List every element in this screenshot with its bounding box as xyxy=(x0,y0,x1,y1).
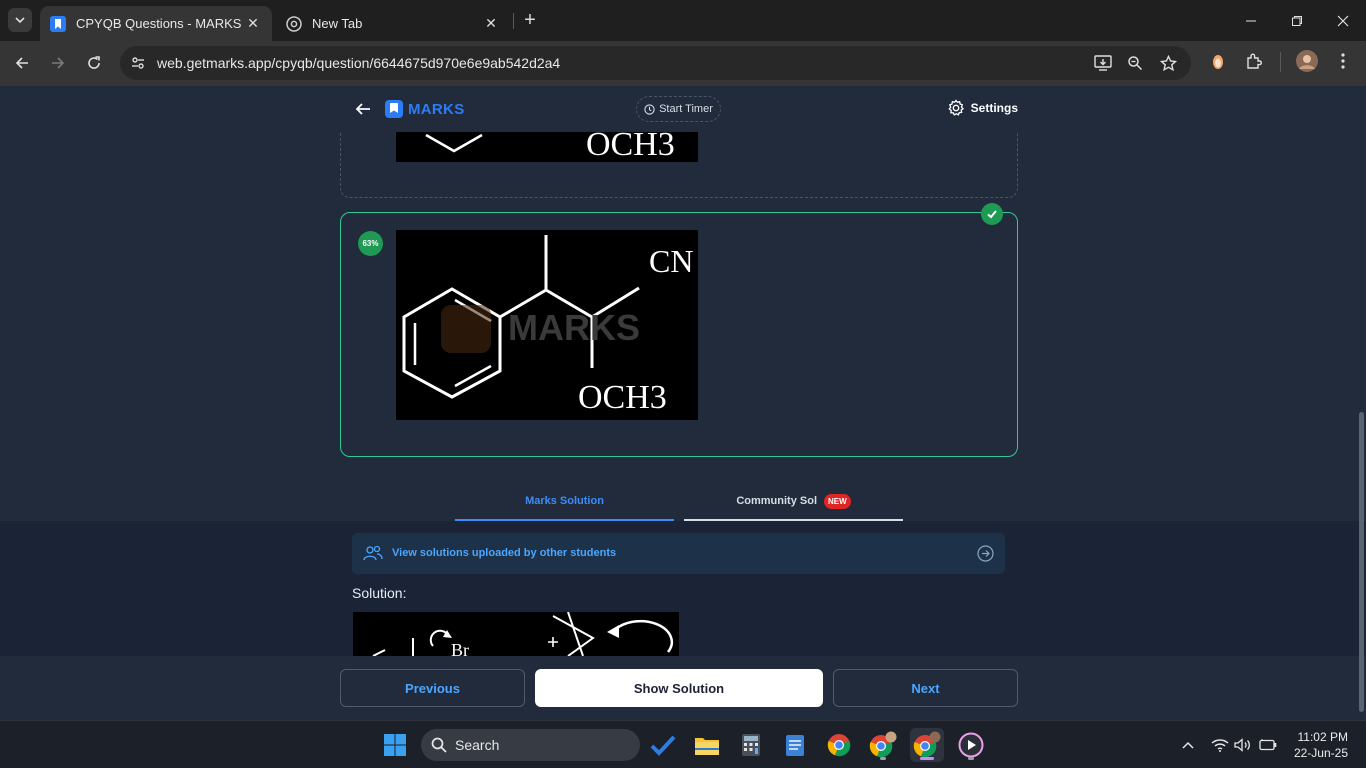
next-button[interactable]: Next xyxy=(833,669,1018,707)
tab-community-solution[interactable]: Community Sol NEW xyxy=(684,483,903,521)
tab-cpyqb-questions[interactable]: CPYQB Questions - MARKS App ✕ xyxy=(40,6,272,41)
solution-heading: Solution: xyxy=(352,585,407,601)
tab-title: CPYQB Questions - MARKS App xyxy=(76,16,244,31)
media-player-icon[interactable] xyxy=(954,728,988,762)
restore-icon[interactable] xyxy=(1274,0,1320,41)
clock-date: 22-Jun-25 xyxy=(1293,746,1348,760)
timer-label: Start Timer xyxy=(659,103,713,115)
page-scrollbar[interactable] xyxy=(1359,412,1364,712)
chrome-icon[interactable] xyxy=(822,728,856,762)
marks-logo-icon xyxy=(385,100,403,118)
forward-icon[interactable] xyxy=(44,49,72,77)
extension-icon[interactable] xyxy=(1206,49,1230,73)
chevron-up-icon[interactable] xyxy=(1177,735,1199,755)
running-indicator xyxy=(968,757,974,760)
search-placeholder: Search xyxy=(455,737,500,753)
calculator-icon[interactable] xyxy=(734,728,768,762)
bookmark-star-icon[interactable] xyxy=(1158,53,1178,73)
taskbar-search[interactable]: Search xyxy=(421,729,640,761)
community-solutions-link[interactable]: View solutions uploaded by other student… xyxy=(352,533,1005,574)
running-indicator xyxy=(880,757,886,760)
address-bar[interactable]: web.getmarks.app/cpyqb/question/6644675d… xyxy=(120,46,1191,80)
brand-name: MARKS xyxy=(408,100,465,118)
start-timer-button[interactable]: Start Timer xyxy=(636,96,721,122)
clock-icon xyxy=(644,103,655,115)
windows-taskbar: Search 11:02 PM 22-Jun-25 xyxy=(0,720,1366,768)
notepad-icon[interactable] xyxy=(778,728,812,762)
users-icon xyxy=(363,544,383,562)
marks-favicon-icon xyxy=(50,15,66,32)
br-label: Br xyxy=(451,640,469,656)
zoom-icon[interactable] xyxy=(1125,53,1145,73)
option-card-correct[interactable]: 63% MARKS CN OCH3 xyxy=(340,203,1018,457)
close-window-icon[interactable] xyxy=(1320,0,1366,41)
wifi-icon[interactable] xyxy=(1209,735,1231,755)
chrome-favicon-icon xyxy=(286,15,302,32)
arrow-right-circle-icon[interactable] xyxy=(977,545,994,562)
show-solution-button[interactable]: Show Solution xyxy=(535,669,823,707)
gear-icon xyxy=(947,99,965,117)
previous-button[interactable]: Previous xyxy=(340,669,525,707)
clock-time: 11:02 PM xyxy=(1297,730,1348,744)
tab-search-chevron-icon[interactable] xyxy=(8,8,32,32)
cn-label: CN xyxy=(649,243,693,279)
footer-navigation: Previous Show Solution Next xyxy=(0,656,1366,720)
url-text[interactable]: web.getmarks.app/cpyqb/question/6644675d… xyxy=(157,55,560,71)
site-info-icon[interactable] xyxy=(128,53,148,73)
active-indicator xyxy=(920,757,934,760)
new-badge: NEW xyxy=(824,493,851,509)
minimize-icon[interactable] xyxy=(1228,0,1274,41)
solution-tabs: Marks Solution Community Sol NEW xyxy=(455,483,903,521)
back-arrow-icon[interactable] xyxy=(352,98,374,120)
marks-logo[interactable]: MARKS xyxy=(385,100,465,118)
settings-label: Settings xyxy=(970,101,1018,115)
settings-button[interactable]: Settings xyxy=(947,99,1018,117)
taskbar-clock[interactable]: 11:02 PM 22-Jun-25 xyxy=(1294,729,1348,761)
option-structure-image: MARKS CN OCH3 xyxy=(396,230,698,420)
app-header: MARKS Start Timer Settings xyxy=(340,86,1018,132)
check-icon xyxy=(981,203,1003,225)
tab-divider xyxy=(513,13,514,29)
solution-image: Br xyxy=(353,612,679,656)
reload-icon[interactable] xyxy=(80,49,108,77)
tasks-check-icon[interactable] xyxy=(646,728,680,762)
och3-label: OCH3 xyxy=(578,379,667,416)
volume-icon[interactable] xyxy=(1232,735,1254,755)
tab-title: New Tab xyxy=(312,16,363,31)
toolbar-separator xyxy=(1280,52,1281,72)
new-tab-plus-icon[interactable]: + xyxy=(519,9,541,31)
community-link-text: View solutions uploaded by other student… xyxy=(392,547,617,559)
file-explorer-icon[interactable] xyxy=(690,728,724,762)
percentage-badge: 63% xyxy=(358,231,383,256)
browser-toolbar: web.getmarks.app/cpyqb/question/6644675d… xyxy=(0,41,1366,86)
battery-icon[interactable] xyxy=(1257,735,1279,755)
page-content: OCH3 63% MARKS CN OCH3 Marks Solution Co… xyxy=(0,86,1366,720)
tab-close-icon[interactable]: ✕ xyxy=(244,15,262,33)
tab-label: Marks Solution xyxy=(525,495,604,507)
back-icon[interactable] xyxy=(8,49,36,77)
tab-close-icon[interactable]: ✕ xyxy=(482,15,500,33)
chrome-active-icon[interactable] xyxy=(910,728,944,762)
profile-avatar[interactable] xyxy=(1295,49,1319,73)
tab-marks-solution[interactable]: Marks Solution xyxy=(455,483,674,521)
extensions-puzzle-icon[interactable] xyxy=(1242,49,1266,73)
more-menu-icon[interactable] xyxy=(1331,49,1355,73)
browser-tab-bar: CPYQB Questions - MARKS App ✕ New Tab ✕ … xyxy=(0,0,1366,41)
tab-new-tab[interactable]: New Tab ✕ xyxy=(276,6,510,41)
watermark-text: MARKS xyxy=(508,307,640,348)
install-app-icon[interactable] xyxy=(1093,53,1113,73)
chrome-profile-icon[interactable] xyxy=(866,728,900,762)
search-icon xyxy=(431,737,447,753)
tab-label: Community Sol xyxy=(736,495,817,507)
windows-start-icon[interactable] xyxy=(378,728,412,762)
